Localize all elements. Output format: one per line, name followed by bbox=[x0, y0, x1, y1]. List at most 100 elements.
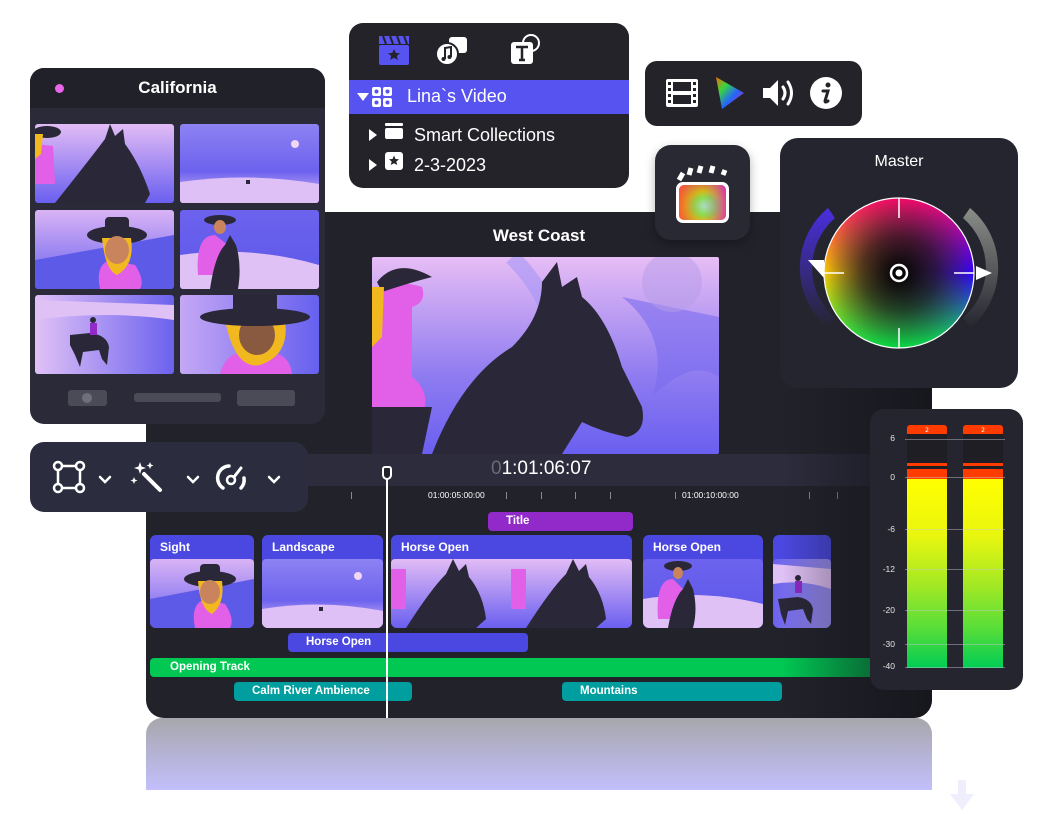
folder-icon bbox=[385, 123, 403, 139]
clip-thumbnail bbox=[643, 559, 763, 628]
browser-clip-thumbnail[interactable] bbox=[180, 124, 319, 203]
ruler-tick bbox=[610, 492, 611, 499]
meter-channel-left bbox=[907, 434, 947, 668]
audio-meters-panel: 6 0 -6 -12 -20 -30 -40 2 2 bbox=[870, 409, 1023, 690]
photos-music-icon[interactable] bbox=[435, 33, 469, 67]
peak-hold-line bbox=[907, 463, 947, 466]
clapper-star-icon[interactable] bbox=[377, 33, 411, 67]
library-item-label: 2-3-2023 bbox=[414, 155, 487, 175]
timeline-clip-sight[interactable]: Sight bbox=[150, 535, 254, 628]
disclosure-expanded-icon[interactable] bbox=[357, 93, 369, 101]
meter-scale-label: 0 bbox=[890, 472, 895, 482]
library-item-label: Lina`s Video bbox=[407, 86, 507, 106]
ruler-label: 01:00:10:00:00 bbox=[682, 490, 739, 500]
clip-label: Sight bbox=[160, 540, 190, 554]
level-fill bbox=[963, 479, 1003, 668]
clip-thumbnail bbox=[773, 559, 831, 628]
ruler-label: 01:00:05:00:00 bbox=[428, 490, 485, 500]
gridline bbox=[905, 644, 1005, 645]
clip-label: Horse Open bbox=[653, 540, 722, 554]
color-icon[interactable] bbox=[712, 75, 748, 111]
toggle-control[interactable] bbox=[68, 390, 107, 406]
audio-clip-opening-track[interactable]: Opening Track bbox=[150, 658, 890, 677]
ruler-tick bbox=[809, 492, 810, 499]
peak-hold-line bbox=[963, 463, 1003, 466]
app-logo-icon bbox=[676, 165, 729, 223]
library-item-date-event[interactable]: 2-3-2023 bbox=[349, 149, 629, 183]
library-panel: Lina`s Video Smart Collections 2-3-2023 bbox=[349, 23, 629, 188]
titles-icon[interactable] bbox=[509, 33, 543, 67]
info-icon[interactable] bbox=[808, 75, 844, 111]
connected-clip-horse-open[interactable]: Horse Open bbox=[288, 633, 528, 652]
timeline-clip-horse-open-2[interactable]: Horse Open bbox=[643, 535, 763, 628]
color-board-panel: Master bbox=[780, 138, 1018, 388]
event-grid-icon bbox=[372, 87, 392, 107]
color-wheel[interactable] bbox=[780, 188, 1018, 358]
gridline bbox=[905, 569, 1005, 570]
ruler-tick bbox=[675, 492, 676, 499]
film-icon[interactable] bbox=[664, 75, 700, 111]
gridline bbox=[905, 610, 1005, 611]
library-item-label: Smart Collections bbox=[414, 125, 556, 145]
tool-bar bbox=[30, 442, 308, 512]
browser-panel-california: California bbox=[30, 68, 325, 424]
scroll-down-icon[interactable] bbox=[948, 780, 976, 810]
meter-scale-label: -40 bbox=[882, 661, 895, 671]
gridline bbox=[905, 439, 1005, 440]
star-event-icon bbox=[385, 152, 403, 170]
ruler-tick bbox=[506, 492, 507, 499]
transform-icon[interactable] bbox=[52, 460, 86, 494]
playhead[interactable] bbox=[386, 467, 388, 718]
timecode-display[interactable]: 01:01:06:07 bbox=[491, 458, 591, 480]
ruler-tick bbox=[837, 492, 838, 499]
window-reflection bbox=[146, 718, 932, 790]
zoom-slider[interactable] bbox=[134, 393, 221, 402]
library-item-smart-collections[interactable]: Smart Collections bbox=[349, 119, 629, 153]
final-cut-pro-app-icon[interactable] bbox=[655, 145, 750, 240]
clip-thumbnail bbox=[391, 559, 632, 628]
meter-scale-label: -6 bbox=[887, 524, 895, 534]
clip-thumbnail bbox=[262, 559, 383, 628]
disclosure-collapsed-icon[interactable] bbox=[369, 159, 377, 171]
meter-scale-label: 6 bbox=[890, 433, 895, 443]
audio-clip-mountains[interactable]: Mountains bbox=[562, 682, 782, 701]
timeline-clip-horse-open[interactable]: Horse Open bbox=[391, 535, 632, 628]
disclosure-collapsed-icon[interactable] bbox=[369, 129, 377, 141]
clip-thumbnail bbox=[150, 559, 254, 628]
playhead-handle[interactable] bbox=[382, 466, 392, 480]
audio-icon[interactable] bbox=[760, 75, 796, 111]
library-item-linas-video[interactable]: Lina`s Video bbox=[349, 80, 629, 114]
browser-clip-thumbnail[interactable] bbox=[35, 124, 174, 203]
settings-control[interactable] bbox=[237, 390, 295, 406]
color-panel-title: Master bbox=[874, 153, 924, 170]
timeline-clip-rider[interactable] bbox=[773, 535, 831, 628]
timeline-clip-landscape[interactable]: Landscape bbox=[262, 535, 383, 628]
gridline bbox=[905, 529, 1005, 530]
browser-header: California bbox=[30, 68, 325, 108]
ruler-tick bbox=[541, 492, 542, 499]
level-fill bbox=[907, 479, 947, 668]
clip-label: Horse Open bbox=[401, 540, 470, 554]
browser-clip-thumbnail[interactable] bbox=[180, 295, 319, 374]
browser-title: California bbox=[138, 78, 217, 97]
title-clip[interactable]: Title bbox=[488, 512, 633, 531]
chevron-down-icon[interactable] bbox=[267, 471, 281, 484]
meter-scale-label: -20 bbox=[882, 605, 895, 615]
video-viewer[interactable] bbox=[372, 257, 719, 454]
meter-channel-right bbox=[963, 434, 1003, 668]
ruler-tick bbox=[351, 492, 352, 499]
meter-scale-label: -12 bbox=[882, 564, 895, 574]
ruler-tick bbox=[575, 492, 576, 499]
gridline bbox=[905, 667, 1005, 668]
clip-label: Landscape bbox=[272, 540, 335, 554]
inspector-toolbar bbox=[645, 61, 862, 126]
speed-icon[interactable] bbox=[215, 460, 249, 494]
browser-clip-thumbnail[interactable] bbox=[35, 295, 174, 374]
enhance-wand-icon[interactable] bbox=[130, 460, 164, 494]
chevron-down-icon[interactable] bbox=[98, 471, 112, 484]
chevron-down-icon[interactable] bbox=[186, 471, 200, 484]
meter-scale-label: -30 bbox=[882, 639, 895, 649]
gridline bbox=[905, 477, 1005, 478]
browser-clip-thumbnail[interactable] bbox=[180, 210, 319, 289]
browser-clip-thumbnail[interactable] bbox=[35, 210, 174, 289]
